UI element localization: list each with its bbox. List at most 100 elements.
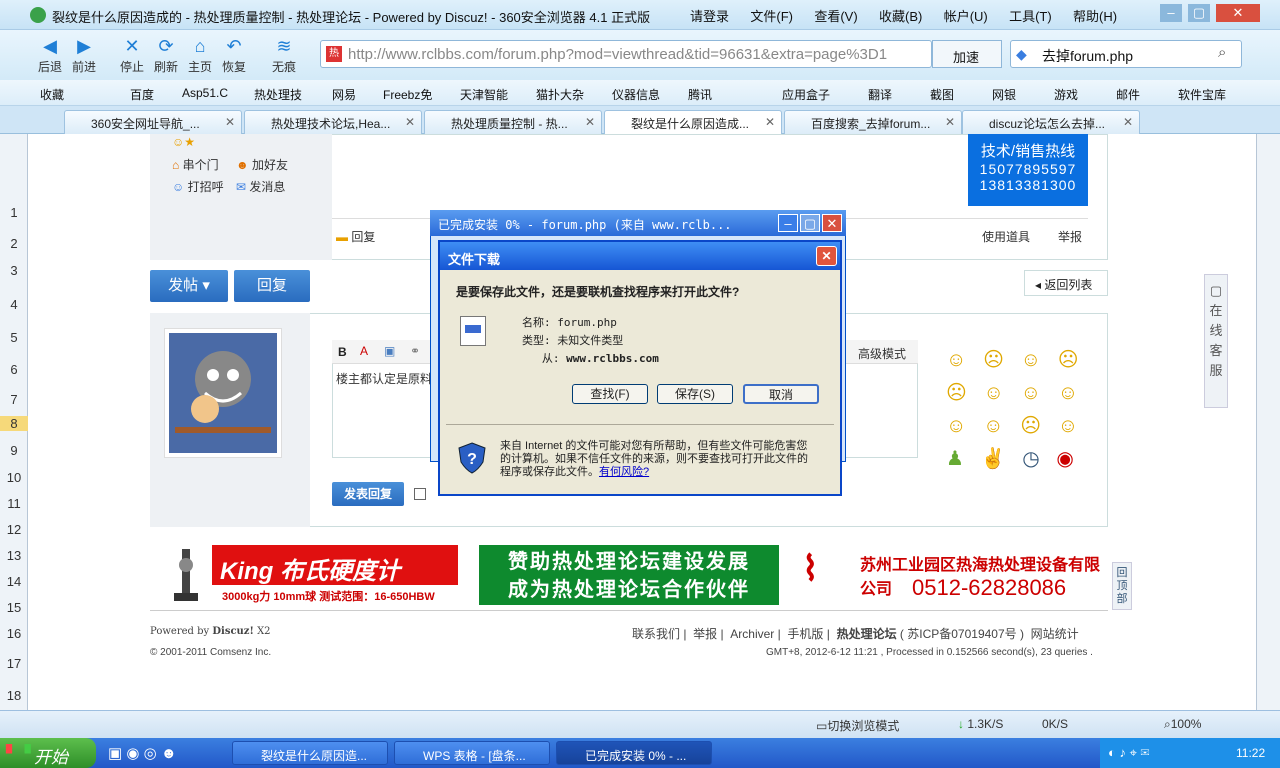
footer-mobile-link[interactable]: 手机版: [787, 627, 823, 641]
vertical-scrollbar[interactable]: [1256, 134, 1280, 710]
online-service-widget[interactable]: ▢ 在线客服: [1204, 274, 1228, 408]
new-post-button[interactable]: 发帖 ▾: [150, 270, 228, 302]
ad-rehai[interactable]: ⌇ 苏州工业园区热海热处理设备有限公司 0512-62828086: [800, 545, 1100, 605]
bookmark-bank[interactable]: 网银: [992, 86, 1016, 103]
report-link[interactable]: 举报: [1058, 228, 1082, 245]
download-dialog-close-button[interactable]: ✕: [816, 246, 837, 266]
font-color-icon[interactable]: A: [360, 344, 368, 358]
footer-archiver-link[interactable]: Archiver: [730, 627, 774, 641]
message-link[interactable]: ✉ 发消息: [236, 178, 285, 195]
tab-quality[interactable]: 热处理质量控制 - 热... ✕: [424, 110, 602, 134]
grin-emoticon-icon[interactable]: ☺: [1021, 349, 1041, 371]
bold-icon[interactable]: B: [338, 345, 347, 359]
search-input[interactable]: 去掉forum.php: [1042, 46, 1133, 66]
wink-emoticon-icon[interactable]: ☺: [983, 415, 1003, 437]
reply-link[interactable]: ▬ 回复: [336, 228, 375, 245]
cry-emoticon-icon[interactable]: ☹: [1020, 415, 1041, 437]
accelerate-button[interactable]: 加速: [932, 40, 1002, 68]
cancel-button[interactable]: 取消: [743, 384, 819, 404]
bookmark-qq[interactable]: 腾讯: [688, 86, 712, 103]
task-download[interactable]: 已完成安装 0% - ...: [556, 741, 712, 765]
menu-tools[interactable]: 工具(T): [1009, 6, 1052, 25]
switch-mode-button[interactable]: ▭切换浏览模式: [816, 717, 899, 734]
bookmark-mop[interactable]: 猫扑大杂: [536, 86, 584, 103]
submit-reply-button[interactable]: 发表回复: [332, 482, 404, 506]
powered-brand[interactable]: Discuz!: [212, 626, 254, 637]
menu-help[interactable]: 帮助(H): [1073, 6, 1117, 25]
ad-sponsor[interactable]: 赞助热处理论坛建设发展 成为热处理论坛合作伙伴: [479, 545, 779, 605]
bookmark-163[interactable]: 网易: [332, 86, 356, 103]
tab-nav[interactable]: 360安全网址导航_... ✕: [64, 110, 242, 134]
close-tab-icon[interactable]: ✕: [405, 115, 415, 129]
close-window-button[interactable]: ✕: [1216, 4, 1260, 22]
laugh-emoticon-icon[interactable]: ☺: [1058, 415, 1078, 437]
greet-link[interactable]: ☺ 打招呼: [172, 178, 224, 195]
close-tab-icon[interactable]: ✕: [1123, 115, 1133, 129]
save-button[interactable]: 保存(S): [657, 384, 733, 404]
bookmark-favorites[interactable]: 收藏: [40, 86, 64, 103]
bookmark-mail[interactable]: 邮件: [1116, 86, 1140, 103]
progress-maximize-button[interactable]: ▢: [800, 214, 820, 232]
footer-icp[interactable]: ( 苏ICP备07019407号 ): [900, 627, 1024, 641]
sad-emoticon-icon[interactable]: ☹: [983, 349, 1004, 371]
back-to-top-button[interactable]: 回顶部: [1112, 562, 1132, 610]
private-mode-button[interactable]: ≋ 无痕: [264, 36, 304, 75]
advanced-mode-link[interactable]: 高级模式: [858, 345, 906, 362]
menu-view[interactable]: 查看(V): [814, 6, 857, 25]
tray-icons[interactable]: ◐ ♪ ⌖ ✉: [1108, 745, 1149, 761]
tab-baidu[interactable]: 百度搜索_去掉forum... ✕: [784, 110, 962, 134]
bookmark-baidu[interactable]: 百度: [130, 86, 154, 103]
close-tab-icon[interactable]: ✕: [585, 115, 595, 129]
image-icon[interactable]: ▣: [384, 344, 395, 358]
minimize-button[interactable]: –: [1160, 4, 1182, 22]
progress-minimize-button[interactable]: –: [778, 214, 798, 232]
task-wps[interactable]: WPS 表格 - [盘条...: [394, 741, 550, 765]
figure-emoticon-icon[interactable]: ♟: [946, 448, 964, 470]
think-emoticon-icon[interactable]: ☺: [946, 415, 966, 437]
restore-button[interactable]: ↶ 恢复: [214, 36, 254, 75]
victory-emoticon-icon[interactable]: ✌: [981, 448, 1006, 470]
sleepy-emoticon-icon[interactable]: ☹: [1058, 349, 1079, 371]
progress-close-button[interactable]: ✕: [822, 214, 842, 232]
bookmark-tianjin[interactable]: 天津智能: [460, 86, 508, 103]
footer-stats-link[interactable]: 网站统计: [1031, 627, 1079, 641]
bookmark-screenshot[interactable]: 截图: [930, 86, 954, 103]
bookmark-rcl[interactable]: 热处理技: [254, 86, 302, 103]
maximize-button[interactable]: ▢: [1188, 4, 1210, 22]
quicklaunch-icons[interactable]: ▣ ◉ ◎ ☻: [108, 744, 177, 762]
footer-report-link[interactable]: 举报: [693, 627, 717, 641]
editor-text[interactable]: 楼主都认定是原料: [336, 370, 432, 387]
footer-contact-link[interactable]: 联系我们: [632, 627, 680, 641]
footer-forum-link[interactable]: 热处理论坛: [837, 627, 897, 641]
zoom-control[interactable]: ⌕100%: [1164, 717, 1201, 732]
bookmark-appbox[interactable]: 应用盒子: [782, 86, 830, 103]
close-tab-icon[interactable]: ✕: [225, 115, 235, 129]
bookmark-games[interactable]: 游戏: [1054, 86, 1078, 103]
tongue-emoticon-icon[interactable]: ☺: [1021, 382, 1041, 404]
find-button[interactable]: 查找(F): [572, 384, 648, 404]
close-tab-icon[interactable]: ✕: [945, 115, 955, 129]
visit-link[interactable]: ⌂ 串个门: [172, 156, 219, 173]
menu-favorites[interactable]: 收藏(B): [879, 6, 922, 25]
close-tab-icon[interactable]: ✕: [765, 115, 775, 129]
menu-account[interactable]: 帐户(U): [944, 6, 988, 25]
link-icon[interactable]: ⚭: [410, 344, 420, 358]
address-text[interactable]: http://www.rclbbs.com/forum.php?mod=view…: [348, 46, 887, 63]
option-checkbox[interactable]: [414, 488, 426, 500]
menu-login[interactable]: 请登录: [690, 6, 729, 25]
search-icon[interactable]: ⌕: [1218, 44, 1226, 61]
angry-emoticon-icon[interactable]: ☹: [946, 382, 967, 404]
tab-rcl-forum[interactable]: 热处理技术论坛,Hea... ✕: [244, 110, 422, 134]
task-browser[interactable]: 裂纹是什么原因造...: [232, 741, 388, 765]
bookmark-translate[interactable]: 翻译: [868, 86, 892, 103]
bookmark-freebz[interactable]: Freebz免: [383, 86, 432, 103]
forward-button[interactable]: ▶ 前进: [64, 36, 104, 75]
bookmark-software[interactable]: 软件宝库: [1178, 86, 1226, 103]
smile-emoticon-icon[interactable]: ☺: [946, 349, 966, 371]
menu-file[interactable]: 文件(F): [750, 6, 793, 25]
tab-discuz[interactable]: discuz论坛怎么去掉... ✕: [962, 110, 1140, 134]
reply-button[interactable]: 回复: [234, 270, 310, 302]
lips-emoticon-icon[interactable]: ◉: [1056, 448, 1073, 470]
tools-link[interactable]: 使用道具: [982, 228, 1030, 245]
search-engine-icon[interactable]: ◆: [1016, 46, 1027, 63]
